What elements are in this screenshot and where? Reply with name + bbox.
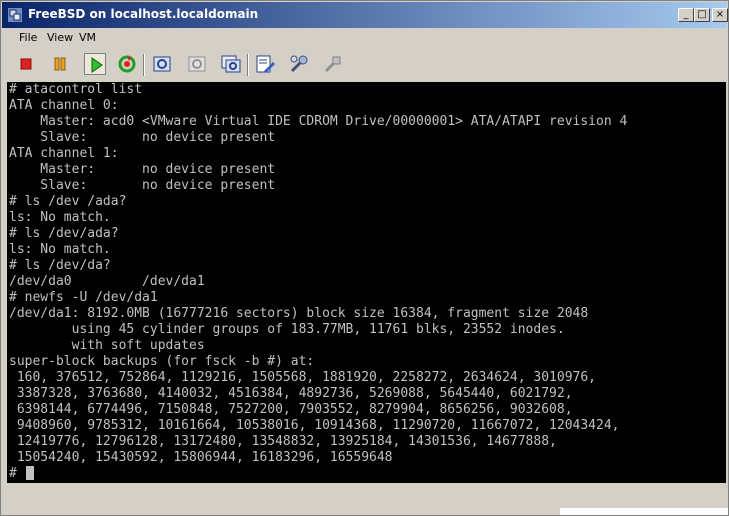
console-line: 15054240, 15430592, 15806944, 16183296, … <box>9 450 393 465</box>
menu-view[interactable]: View <box>47 31 73 44</box>
console-line: ATA channel 0: <box>9 98 119 113</box>
play-button[interactable] <box>84 53 106 75</box>
minimize-button[interactable]: _ <box>678 8 694 22</box>
tools-button[interactable] <box>288 53 310 75</box>
console-line: # ls /dev/da? <box>9 258 111 273</box>
maximize-button[interactable]: □ <box>694 8 710 22</box>
menu-file[interactable]: File <box>19 31 37 44</box>
revert-snapshot-icon <box>188 56 206 72</box>
toolbar <box>2 48 727 80</box>
stop-button[interactable] <box>15 53 37 75</box>
console-line: Master: acd0 <VMware Virtual IDE CDROM D… <box>9 114 628 129</box>
pause-button[interactable] <box>49 53 71 75</box>
console-line: ls: No match. <box>9 242 111 257</box>
play-icon <box>91 57 103 73</box>
console-line: # ls /dev/ada? <box>9 226 119 241</box>
console-line: ls: No match. <box>9 210 111 225</box>
close-button[interactable]: × <box>712 8 728 22</box>
menu-vm[interactable]: VM <box>79 31 96 44</box>
console-line: /dev/da0 /dev/da1 <box>9 274 205 289</box>
console-line: # atacontrol list <box>9 82 143 97</box>
pause-icon <box>54 57 66 71</box>
window-title: FreeBSD on localhost.localdomain <box>28 7 259 21</box>
console-line: 160, 376512, 752864, 1129216, 1505568, 1… <box>9 370 596 385</box>
connect-icon <box>324 56 341 73</box>
console-line: Master: no device present <box>9 162 276 177</box>
console-line: # newfs -U /dev/da1 <box>9 290 158 305</box>
vm-console[interactable]: # atacontrol list ATA channel 0: Master: … <box>7 82 726 483</box>
console-line: 12419776, 12796128, 13172480, 13548832, … <box>9 434 557 449</box>
snapshot-manager-icon <box>221 55 241 73</box>
snapshot-button[interactable] <box>151 53 173 75</box>
console-line: ATA channel 1: <box>9 146 119 161</box>
connect-button[interactable] <box>322 53 344 75</box>
snapshot-manager-button[interactable] <box>220 53 242 75</box>
toolbar-separator <box>247 54 249 76</box>
status-panel <box>560 508 728 515</box>
console-line: # <box>9 466 25 481</box>
stop-icon <box>20 58 32 70</box>
text-cursor <box>26 466 34 480</box>
console-line: Slave: no device present <box>9 130 276 145</box>
console-line: using 45 cylinder groups of 183.77MB, 11… <box>9 322 565 337</box>
reset-icon <box>118 55 136 73</box>
menu-bar: File View VM <box>2 28 727 48</box>
console-line: 9408960, 9785312, 10161664, 10538016, 10… <box>9 418 620 433</box>
console-line: with soft updates <box>9 338 205 353</box>
console-line: super-block backups (for fsck -b #) at: <box>9 354 315 369</box>
console-line: # ls /dev /ada? <box>9 194 127 209</box>
toolbar-separator <box>143 54 145 76</box>
vm-window: FreeBSD on localhost.localdomain _ □ × F… <box>0 0 729 516</box>
tools-icon <box>290 55 308 73</box>
vmware-icon <box>8 8 22 22</box>
edit-settings-icon <box>256 55 275 73</box>
console-line: Slave: no device present <box>9 178 276 193</box>
snapshot-icon <box>153 56 171 72</box>
console-line: 3387328, 3763680, 4140032, 4516384, 4892… <box>9 386 573 401</box>
edit-settings-button[interactable] <box>254 53 276 75</box>
console-line: /dev/da1: 8192.0MB (16777216 sectors) bl… <box>9 306 589 321</box>
reset-button[interactable] <box>116 53 138 75</box>
console-line: 6398144, 6774496, 7150848, 7527200, 7903… <box>9 402 573 417</box>
revert-snapshot-button[interactable] <box>186 53 208 75</box>
title-bar[interactable]: FreeBSD on localhost.localdomain _ □ × <box>2 2 728 28</box>
